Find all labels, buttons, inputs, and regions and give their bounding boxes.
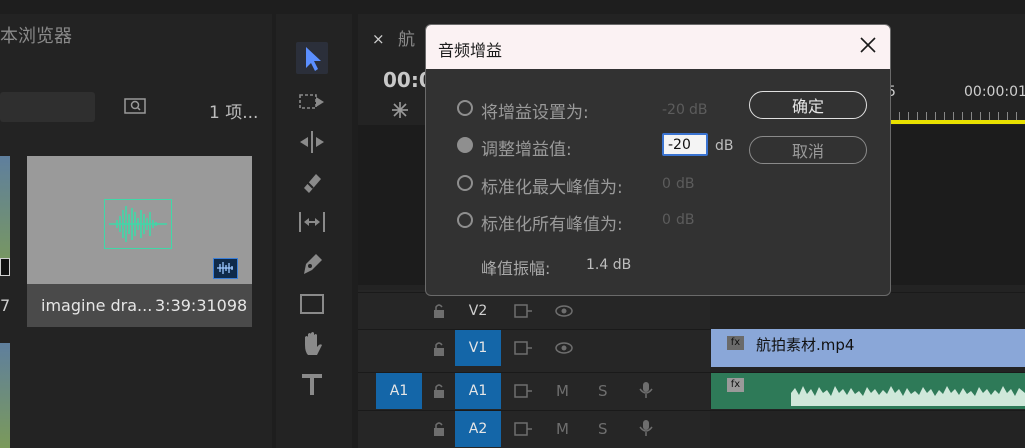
normalize-all-peaks-radio[interactable]: [457, 212, 473, 228]
rectangle-icon[interactable]: [296, 288, 328, 320]
audio-gain-dialog: 音频增益 将增益设置为: -20 dB 调整增益值: dB 标准化最大峰值为: …: [425, 24, 891, 296]
video-badge-icon: [0, 258, 10, 276]
clip-duration: 3:39:31098: [155, 296, 248, 315]
microphone-icon[interactable]: [636, 419, 656, 437]
track-target-a1[interactable]: A1: [455, 373, 501, 409]
solo-button[interactable]: S: [598, 382, 608, 400]
solo-button[interactable]: S: [598, 420, 608, 438]
set-gain-radio[interactable]: [457, 100, 473, 116]
close-tab-button[interactable]: ×: [372, 30, 385, 48]
adjust-gain-input[interactable]: [662, 133, 708, 156]
set-gain-unit: dB: [689, 102, 708, 118]
normalize-max-peak-label: 标准化最大峰值为:: [481, 178, 623, 198]
normalize-max-peak-unit: dB: [676, 176, 695, 192]
lock-icon[interactable]: [432, 341, 446, 357]
close-icon[interactable]: [858, 35, 878, 55]
adjust-gain-label: 调整增益值:: [481, 140, 572, 160]
audio-badge-icon: [213, 258, 238, 279]
time-ruler[interactable]: [890, 112, 1025, 120]
normalize-max-peak-radio[interactable]: [457, 175, 473, 191]
source-patch-a1[interactable]: A1: [376, 373, 422, 409]
eye-icon[interactable]: [554, 339, 574, 357]
clip-thumbnail[interactable]: [0, 156, 10, 274]
audio-clip-waveform: [791, 380, 1025, 406]
eye-icon[interactable]: [554, 302, 574, 320]
normalize-max-peak-value: 0: [662, 176, 671, 192]
sequence-tab-title[interactable]: 航: [398, 25, 415, 50]
peak-amplitude-value: 1.4 dB: [586, 257, 632, 273]
sync-lock-icon[interactable]: [513, 302, 533, 320]
set-gain-label: 将增益设置为:: [481, 103, 589, 123]
sync-lock-icon[interactable]: [513, 382, 533, 400]
work-area-bar[interactable]: [890, 120, 1025, 124]
lock-icon[interactable]: [432, 303, 446, 319]
mute-button[interactable]: M: [556, 382, 569, 400]
normalize-all-peaks-label: 标准化所有峰值为:: [481, 215, 623, 235]
track-target-a2[interactable]: A2: [455, 411, 501, 447]
selection-tool-icon[interactable]: [296, 42, 328, 74]
clip-duration-fragment: 7: [0, 296, 11, 315]
dialog-title: 音频增益: [438, 41, 503, 60]
adjust-gain-unit: dB: [715, 138, 734, 154]
normalize-all-peaks-value: 0: [662, 212, 671, 228]
microphone-icon[interactable]: [636, 381, 656, 399]
clip-name: imagine dra...: [41, 296, 153, 315]
sync-lock-icon[interactable]: [513, 339, 533, 357]
adjust-gain-radio[interactable]: [457, 137, 473, 153]
snap-icon[interactable]: [388, 98, 412, 122]
ripple-edit-icon[interactable]: [296, 126, 328, 158]
cancel-button[interactable]: 取消: [749, 136, 867, 164]
find-icon[interactable]: [124, 98, 146, 114]
clip-thumbnail[interactable]: [0, 343, 10, 448]
ruler-label: 00:00:01: [964, 84, 1025, 100]
hand-icon[interactable]: [296, 328, 328, 360]
razor-icon[interactable]: [296, 166, 328, 198]
set-gain-value: -20: [662, 102, 685, 118]
audio-waveform-icon: [104, 199, 172, 249]
track-target-v2[interactable]: V2: [455, 293, 501, 329]
fx-badge: fx: [727, 336, 744, 350]
lock-icon[interactable]: [432, 421, 446, 437]
video-clip-name: 航拍素材.mp4: [756, 336, 855, 354]
sync-lock-icon[interactable]: [513, 420, 533, 438]
track-target-v1[interactable]: V1: [455, 330, 501, 366]
lock-icon[interactable]: [432, 383, 446, 399]
panel-title: 本浏览器: [0, 26, 72, 47]
track-select-forward-icon[interactable]: [296, 86, 328, 118]
slip-icon[interactable]: [296, 206, 328, 238]
peak-amplitude-label: 峰值振幅:: [481, 259, 551, 278]
mute-button[interactable]: M: [556, 420, 569, 438]
normalize-all-peaks-unit: dB: [676, 212, 695, 228]
project-search-input[interactable]: [0, 92, 95, 122]
ok-button[interactable]: 确定: [749, 91, 867, 119]
pen-icon[interactable]: [296, 248, 328, 280]
item-count: 1 项...: [209, 103, 259, 123]
fx-badge: fx: [727, 378, 744, 392]
type-icon[interactable]: [296, 368, 328, 400]
